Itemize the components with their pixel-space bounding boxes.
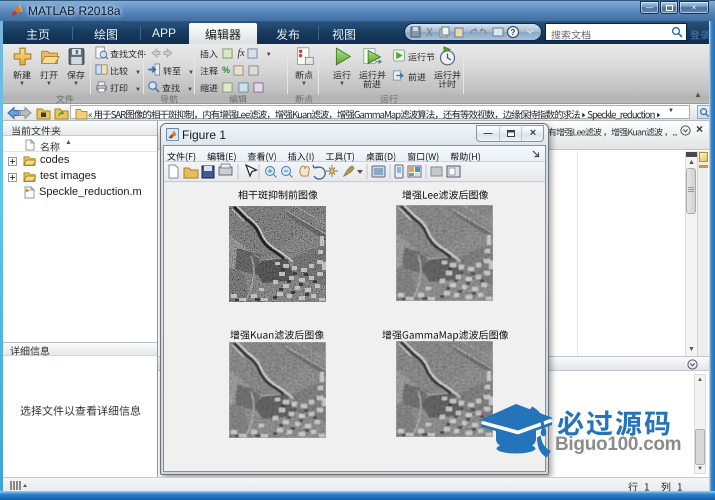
svg-text:?: ? [511, 28, 516, 37]
